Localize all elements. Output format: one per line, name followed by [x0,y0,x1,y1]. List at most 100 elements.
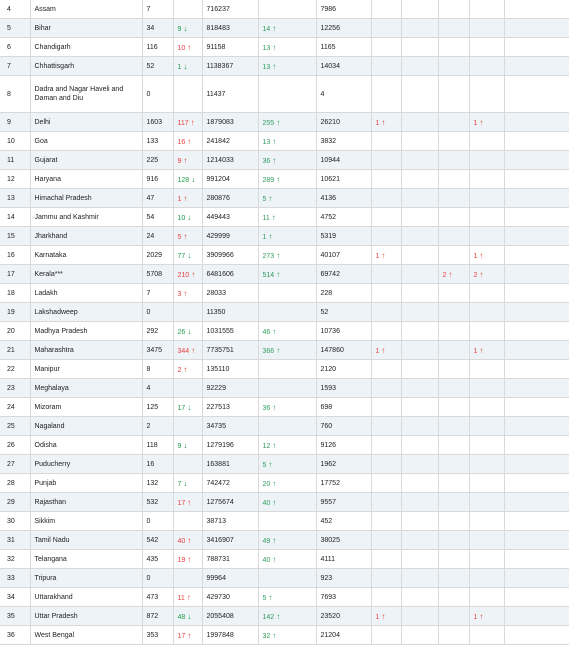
deaths-delta-1 [371,283,402,303]
deaths-delta-3 [469,454,505,474]
empty-column [401,264,439,284]
active-cases: 16 [142,454,174,474]
empty-column [401,416,439,436]
delta-value: 11 [177,594,185,602]
deaths-delta-2 [438,18,470,38]
table-row: 16 Karnataka 2029 77 ↓ 3909966 273 ↑ 40107 1 ↑ 1 ↑ [0,245,569,265]
recovered-cases: 7735751 [202,340,259,360]
recovered-delta: 32 ↑ [258,625,317,645]
active-cases: 118 [142,435,174,455]
empty-column [504,207,569,227]
deaths-delta-1 [371,435,402,455]
arrow-up-icon: ↑ [272,42,277,52]
deaths-delta-1 [371,378,402,398]
delta-value: 17 [177,632,186,640]
deaths-delta-2 [438,37,470,57]
deaths-delta-2 [438,302,470,322]
table-row: 23 Meghalaya 4 92229 1593 [0,378,569,398]
deaths-delta-3 [469,283,505,303]
delta-value: 13 [262,63,271,71]
recovered-cases: 99964 [202,568,259,588]
serial-number: 27 [0,454,31,474]
empty-column [504,302,569,322]
deaths-delta-1 [371,131,402,151]
deaths-delta-3 [469,207,505,227]
deaths-delta-2 [438,340,470,360]
deaths: 7986 [316,0,372,19]
recovered-cases: 227513 [202,397,259,417]
active-cases: 532 [142,492,174,512]
serial-number: 13 [0,188,31,208]
recovered-cases: 788731 [202,549,259,569]
table-row: 32 Telangana 435 19 ↑ 788731 40 ↑ 4111 [0,549,569,569]
empty-column [401,75,439,113]
empty-column [401,37,439,57]
deaths-delta-3 [469,549,505,569]
recovered-cases: 6481606 [202,264,259,284]
serial-number: 24 [0,397,31,417]
deaths: 3832 [316,131,372,151]
delta-value: 5 [262,195,267,203]
empty-column [401,302,439,322]
table-row: 30 Sikkim 0 38713 452 [0,511,569,531]
recovered-delta [258,359,317,379]
recovered-delta: 13 ↑ [258,37,317,57]
state-name: West Bengal [30,625,143,645]
arrow-down-icon: ↓ [183,440,188,450]
deaths-delta-3 [469,226,505,246]
delta-value: 210 [177,271,190,279]
serial-number: 7 [0,56,31,76]
delta-value: 1 [473,252,478,260]
deaths-delta-2 [438,150,470,170]
active-delta: 9 ↓ [173,435,203,455]
state-name: Chhattisgarh [30,56,143,76]
deaths-delta-3: 1 ↑ [469,245,505,265]
deaths: 69742 [316,264,372,284]
table-row: 35 Uttar Pradesh 872 48 ↓ 2055408 142 ↑ 23520 1 ↑ 1… [0,606,569,626]
active-delta: 9 ↑ [173,150,203,170]
deaths-delta-3 [469,188,505,208]
recovered-cases: 2055408 [202,606,259,626]
serial-number: 35 [0,606,31,626]
active-delta: 2 ↑ [173,359,203,379]
recovered-delta: 142 ↑ [258,606,317,626]
active-cases: 3475 [142,340,174,360]
recovered-cases: 1214033 [202,150,259,170]
empty-column [504,625,569,645]
table-row: 13 Himachal Pradesh 47 1 ↑ 280876 5 ↑ 4136 [0,188,569,208]
serial-number: 32 [0,549,31,569]
delta-value: 36 [262,157,271,165]
deaths-delta-2 [438,587,470,607]
recovered-cases: 92229 [202,378,259,398]
empty-column [401,473,439,493]
recovered-delta: 14 ↑ [258,18,317,38]
active-delta [173,75,203,113]
active-cases: 0 [142,568,174,588]
deaths-delta-1 [371,397,402,417]
deaths: 26210 [316,112,372,132]
active-cases: 47 [142,188,174,208]
deaths-delta-2 [438,56,470,76]
empty-column [504,131,569,151]
serial-number: 5 [0,18,31,38]
active-delta: 128 ↓ [173,169,203,189]
state-name: Lakshadweep [30,302,143,322]
state-name: Chandigarh [30,37,143,57]
arrow-up-icon: ↑ [272,61,277,71]
empty-column [401,359,439,379]
arrow-up-icon: ↑ [272,23,277,33]
active-cases: 133 [142,131,174,151]
active-delta: 17 ↑ [173,625,203,645]
arrow-up-icon: ↑ [186,592,191,602]
empty-column [504,435,569,455]
active-cases: 435 [142,549,174,569]
state-name: Madhya Pradesh [30,321,143,341]
serial-number: 31 [0,530,31,550]
deaths-delta-2 [438,131,470,151]
empty-column [504,511,569,531]
state-name: Kerala*** [30,264,143,284]
deaths-delta-1 [371,549,402,569]
active-cases: 1603 [142,112,174,132]
deaths-delta-2 [438,321,470,341]
active-cases: 0 [142,75,174,113]
